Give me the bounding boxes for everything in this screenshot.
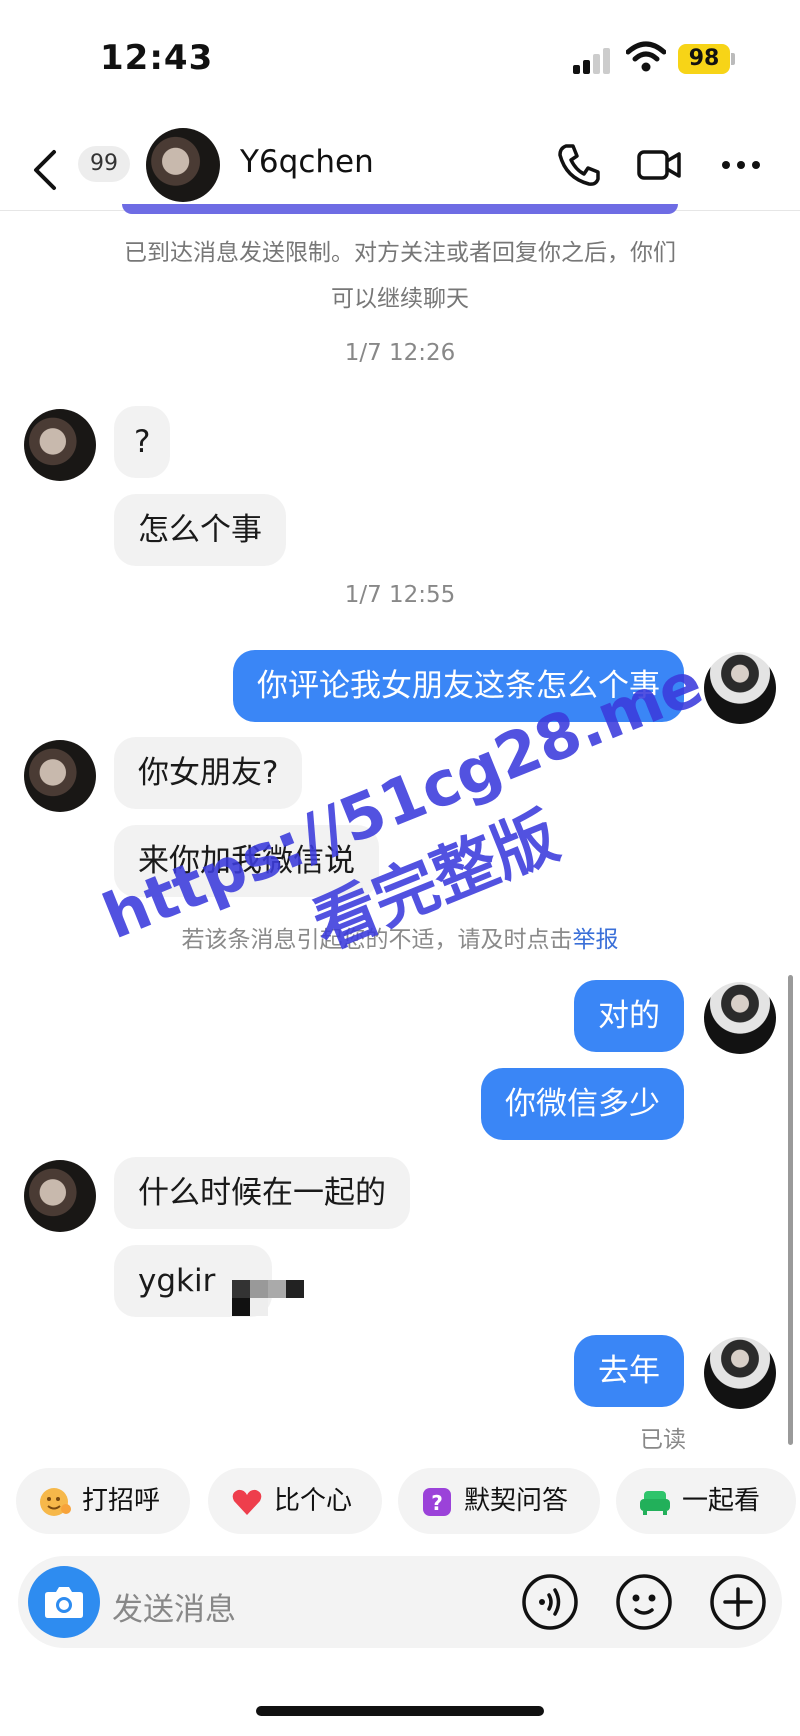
contact-name[interactable]: Y6qchen [240, 144, 374, 180]
quick-action-label: 一起看 [682, 1486, 761, 1516]
outgoing-message[interactable]: 对的 [574, 980, 684, 1052]
incoming-message[interactable]: 你女朋友? [114, 737, 303, 809]
more-options-icon[interactable] [718, 142, 764, 188]
camera-icon [45, 1587, 83, 1618]
unread-count-badge[interactable]: 99 [78, 146, 130, 182]
phone-call-icon[interactable] [556, 142, 602, 188]
status-time: 12:43 [100, 38, 214, 78]
quick-action-heart[interactable]: 比个心 [208, 1468, 382, 1534]
heart-icon [232, 1489, 262, 1515]
message-limit-notice: 已到达消息发送限制。对方关注或者回复你之后，你们 可以继续聊天 [90, 230, 710, 322]
wifi-icon [626, 41, 666, 72]
message-limit-bar [122, 204, 678, 214]
message-input[interactable]: 发送消息 [112, 1584, 236, 1629]
quick-action-greet[interactable]: 打招呼 [16, 1468, 190, 1534]
battery-nub [731, 53, 735, 65]
timestamp: 1/7 12:55 [344, 582, 456, 608]
timestamp: 1/7 12:26 [344, 340, 456, 366]
my-avatar[interactable] [704, 1337, 776, 1409]
scrollbar[interactable] [788, 975, 793, 1445]
camera-button[interactable] [28, 1566, 100, 1638]
quick-action-label: 默契问答 [464, 1486, 569, 1516]
sender-avatar[interactable] [24, 1160, 96, 1232]
wave-emoji-icon [40, 1487, 71, 1516]
question-icon: ? [423, 1487, 451, 1516]
notice-line-2: 可以继续聊天 [331, 286, 469, 312]
battery-indicator: 98 [678, 44, 730, 74]
report-link[interactable]: 举报 [573, 927, 619, 953]
read-receipt: 已读 [640, 1427, 686, 1453]
emoji-icon[interactable] [614, 1572, 674, 1632]
add-icon[interactable] [708, 1572, 768, 1632]
quick-action-quiz[interactable]: ? 默契问答 [398, 1468, 600, 1534]
quick-action-label: 比个心 [274, 1486, 353, 1516]
home-indicator [256, 1706, 544, 1716]
incoming-message[interactable]: 怎么个事 [114, 494, 286, 566]
svg-text:?: ? [431, 1491, 443, 1515]
my-avatar[interactable] [704, 982, 776, 1054]
incoming-message[interactable]: ? [114, 406, 171, 478]
contact-avatar[interactable] [146, 128, 220, 202]
incoming-message[interactable]: 什么时候在一起的 [114, 1157, 410, 1229]
quick-action-watch[interactable]: 一起看 [616, 1468, 796, 1534]
notice-line-1: 已到达消息发送限制。对方关注或者回复你之后，你们 [124, 240, 676, 266]
sender-avatar[interactable] [24, 409, 96, 481]
sender-avatar[interactable] [24, 740, 96, 812]
voice-icon[interactable] [520, 1572, 580, 1632]
outgoing-message[interactable]: 去年 [574, 1335, 684, 1407]
signal-icon [573, 48, 615, 74]
message-text: ygkir [138, 1263, 216, 1299]
sofa-icon [640, 1490, 670, 1515]
back-arrow-icon[interactable] [28, 148, 64, 192]
video-call-icon[interactable] [636, 142, 682, 188]
outgoing-message[interactable]: 你微信多少 [481, 1068, 684, 1140]
redaction-mosaic [214, 1268, 314, 1328]
quick-action-label: 打招呼 [82, 1486, 161, 1516]
